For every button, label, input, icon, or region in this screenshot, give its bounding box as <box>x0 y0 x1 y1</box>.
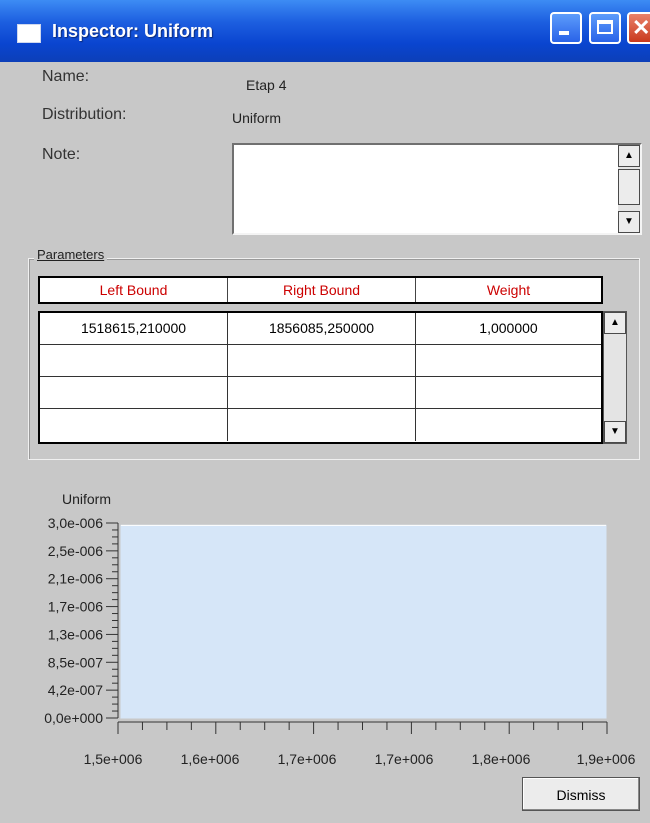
window-title: Inspector: Uniform <box>52 21 214 41</box>
y-tick-label: 1,7e-006 <box>48 599 103 615</box>
column-header-right-bound[interactable]: Right Bound <box>228 278 416 302</box>
scroll-up-icon[interactable]: ▲ <box>604 312 626 334</box>
y-tick-label: 2,5e-006 <box>48 543 103 559</box>
y-tick-label: 8,5e-007 <box>48 654 103 670</box>
scroll-thumb[interactable] <box>618 169 640 205</box>
distribution-chart: Uniform 3,0e-006 2,5e-006 2,1e-006 1,7e-006 1… <box>44 491 636 767</box>
minimize-icon[interactable] <box>550 12 582 44</box>
scroll-down-icon[interactable]: ▼ <box>618 211 640 233</box>
note-textarea[interactable]: ▲ ▼ <box>232 143 642 235</box>
y-tick-label: 2,1e-006 <box>48 571 103 587</box>
table-cell[interactable] <box>416 409 601 441</box>
table-cell[interactable] <box>228 345 416 377</box>
title-bar[interactable]: Inspector: Uniform ✕ <box>0 0 650 62</box>
table-scrollbar[interactable]: ▲ ▼ <box>603 311 627 444</box>
table-cell[interactable] <box>40 377 228 409</box>
x-tick-label: 1,8e+006 <box>472 751 531 767</box>
parameters-group-title: Parameters <box>34 247 108 262</box>
table-cell[interactable]: 1856085,250000 <box>228 313 416 345</box>
name-label: Name: <box>42 68 90 85</box>
distribution-label: Distribution: <box>42 106 127 123</box>
dismiss-button[interactable]: Dismiss <box>522 777 640 811</box>
table-cell[interactable]: 1,000000 <box>416 313 601 345</box>
uniform-area <box>120 524 607 719</box>
table-cell[interactable] <box>228 409 416 441</box>
note-label: Note: <box>42 146 81 163</box>
column-header-left-bound[interactable]: Left Bound <box>40 278 228 302</box>
name-value: Etap 4 <box>246 77 287 93</box>
table-cell[interactable]: 1518615,210000 <box>40 313 228 345</box>
maximize-icon[interactable] <box>589 12 621 44</box>
scroll-up-icon[interactable]: ▲ <box>618 145 640 167</box>
table-cell[interactable] <box>416 377 601 409</box>
scroll-down-icon[interactable]: ▼ <box>604 421 626 443</box>
chart-title: Uniform <box>62 491 111 507</box>
inspector-window: Inspector: Uniform ✕ Name: Etap 4 Distri… <box>0 0 650 823</box>
table-cell[interactable] <box>40 345 228 377</box>
y-tick-label: 1,3e-006 <box>48 626 103 642</box>
y-tick-label: 3,0e-006 <box>48 515 103 531</box>
y-tick-label: 0,0e+000 <box>44 710 103 726</box>
table-cell[interactable] <box>228 377 416 409</box>
window-icon <box>17 24 41 43</box>
x-tick-label: 1,7e+006 <box>278 751 337 767</box>
x-tick-label: 1,7e+006 <box>375 751 434 767</box>
x-tick-label: 1,6e+006 <box>181 751 240 767</box>
table-cell[interactable] <box>416 345 601 377</box>
distribution-value: Uniform <box>232 110 282 126</box>
x-tick-label: 1,5e+006 <box>84 751 143 767</box>
x-tick-label: 1,9e+006 <box>577 751 636 767</box>
close-icon[interactable]: ✕ <box>627 12 650 44</box>
column-header-weight[interactable]: Weight <box>416 278 601 302</box>
table-cell[interactable] <box>40 409 228 441</box>
parameters-header: Left Bound Right Bound Weight <box>38 276 603 304</box>
parameters-table: 1518615,210000 1856085,250000 1,000000 <box>38 311 603 444</box>
y-tick-label: 4,2e-007 <box>48 682 103 698</box>
note-scrollbar[interactable]: ▲ ▼ <box>618 145 640 233</box>
